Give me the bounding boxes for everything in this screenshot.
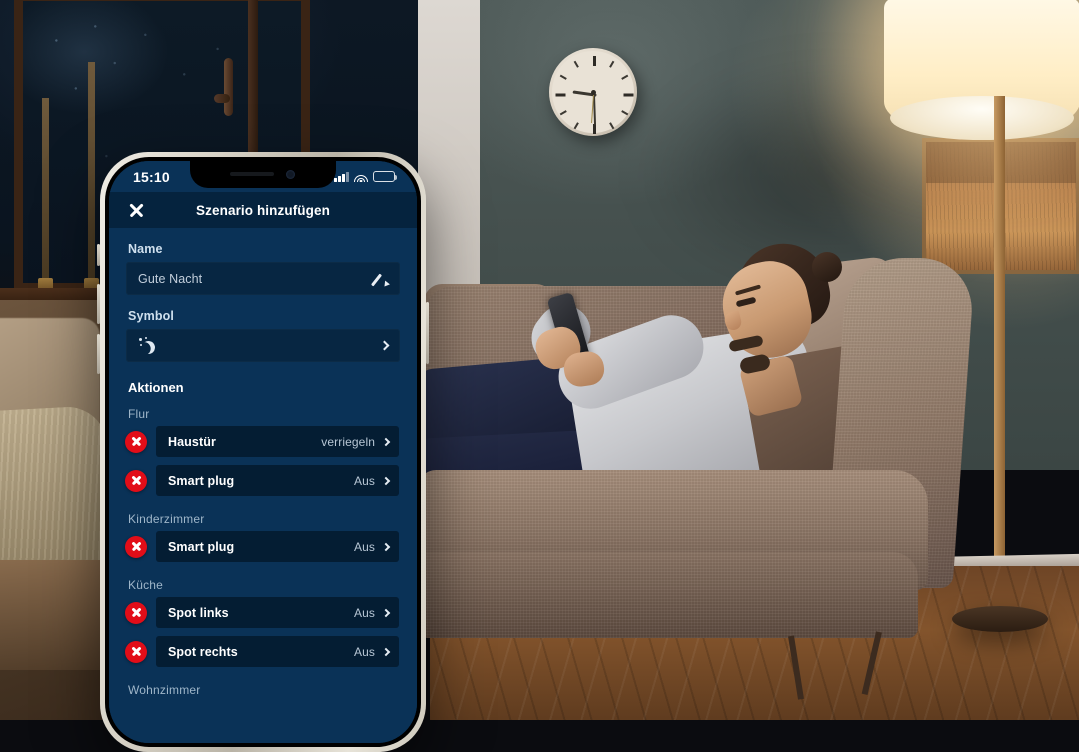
person-hair-bun — [812, 252, 842, 282]
earpiece-speaker — [230, 172, 274, 176]
action-device-name: Smart plug — [168, 474, 346, 488]
action-row[interactable]: Spot rechts Aus — [109, 636, 417, 667]
wifi-icon — [354, 171, 368, 182]
action-state-value: Aus — [354, 645, 375, 659]
chevron-right-icon — [382, 437, 390, 445]
action-row[interactable]: Smart plug Aus — [109, 465, 417, 496]
delete-circle-icon[interactable] — [125, 602, 147, 624]
action-row[interactable]: Spot links Aus — [109, 597, 417, 628]
action-device-name: Spot rechts — [168, 645, 346, 659]
symbol-section-label: Symbol — [109, 295, 417, 329]
action-card[interactable]: Smart plug Aus — [156, 531, 399, 562]
action-card[interactable]: Smart plug Aus — [156, 465, 399, 496]
pencil-icon[interactable] — [372, 271, 388, 287]
battery-icon — [373, 171, 395, 182]
volume-down-button[interactable] — [97, 334, 100, 374]
room-label-flur: Flur — [109, 399, 417, 426]
action-card[interactable]: Spot links Aus — [156, 597, 399, 628]
action-state-value: verriegeln — [321, 435, 375, 449]
room-label-wohnzimmer: Wohnzimmer — [109, 675, 417, 702]
lamp-pole — [994, 96, 1005, 616]
sofa-base — [418, 552, 918, 638]
scenario-name-input[interactable]: Gute Nacht — [126, 262, 400, 295]
page-title: Szenario hinzufügen — [145, 203, 381, 218]
scenario-symbol-picker[interactable] — [126, 329, 400, 362]
action-device-name: Haustür — [168, 435, 313, 449]
delete-circle-icon[interactable] — [125, 641, 147, 663]
candle-left — [42, 98, 49, 280]
moon-stars-icon — [138, 337, 158, 355]
signal-bars-icon — [334, 172, 349, 182]
chevron-right-icon — [382, 647, 390, 655]
delete-circle-icon[interactable] — [125, 536, 147, 558]
room-label-kinderzimmer: Kinderzimmer — [109, 504, 417, 531]
status-bar-indicators — [334, 171, 395, 182]
phone-screen: 15:10 Szenario hinzufügen Name Gute Nach… — [109, 161, 417, 743]
volume-up-button[interactable] — [97, 284, 100, 324]
chevron-right-icon — [382, 608, 390, 616]
mute-switch[interactable] — [97, 244, 100, 266]
chevron-right-icon — [382, 476, 390, 484]
action-state-value: Aus — [354, 474, 375, 488]
chevron-right-icon — [382, 542, 390, 550]
front-camera-icon — [286, 170, 295, 179]
app-header: Szenario hinzufügen — [109, 192, 417, 228]
action-row[interactable]: Smart plug Aus — [109, 531, 417, 562]
action-device-name: Spot links — [168, 606, 346, 620]
scenario-name-value: Gute Nacht — [138, 272, 372, 286]
room-label-kueche: Küche — [109, 570, 417, 597]
clock-face — [552, 51, 634, 133]
name-section-label: Name — [109, 228, 417, 262]
actions-section-title: Aktionen — [109, 362, 417, 399]
delete-circle-icon[interactable] — [125, 431, 147, 453]
action-card[interactable]: Spot rechts Aus — [156, 636, 399, 667]
action-card[interactable]: Haustür verriegeln — [156, 426, 399, 457]
chevron-right-icon — [380, 341, 390, 351]
lamp-shade-underside — [890, 96, 1074, 140]
phone-notch — [190, 161, 336, 188]
action-state-value: Aus — [354, 606, 375, 620]
action-state-value: Aus — [354, 540, 375, 554]
power-button[interactable] — [426, 302, 429, 364]
lamp-base — [952, 606, 1048, 632]
phone-bezel: 15:10 Szenario hinzufügen Name Gute Nach… — [105, 157, 421, 747]
window-handle — [224, 58, 233, 116]
clock-center-pin — [591, 90, 596, 95]
smartphone-device: 15:10 Szenario hinzufügen Name Gute Nach… — [100, 152, 426, 752]
close-icon[interactable] — [127, 201, 145, 219]
action-row[interactable]: Haustür verriegeln — [109, 426, 417, 457]
action-device-name: Smart plug — [168, 540, 346, 554]
delete-circle-icon[interactable] — [125, 470, 147, 492]
candle-right — [88, 62, 95, 280]
scenario-form: Name Gute Nacht Symbol Aktionen Flur — [109, 228, 417, 743]
wall-clock — [549, 48, 637, 136]
status-bar-time: 15:10 — [133, 169, 170, 185]
